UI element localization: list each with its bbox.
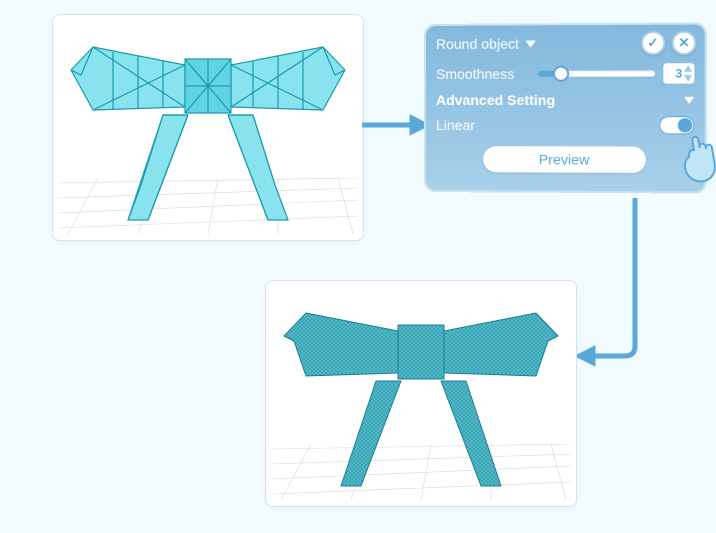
arrow-right-icon xyxy=(360,110,430,140)
linear-label: Linear xyxy=(436,117,475,133)
before-preview-frame xyxy=(52,14,364,241)
after-preview-frame xyxy=(265,280,577,507)
advanced-setting-label: Advanced Setting xyxy=(436,92,555,108)
round-object-panel: Round object ✓ ✕ Smoothness 3 Advanced S… xyxy=(424,22,707,193)
panel-title: Round object xyxy=(436,36,519,52)
dense-bow xyxy=(266,281,576,506)
arrow-down-left-icon xyxy=(575,196,675,376)
smoothness-label: Smoothness xyxy=(436,66,514,82)
cancel-button[interactable]: ✕ xyxy=(672,31,697,56)
chevron-down-icon[interactable] xyxy=(525,40,535,47)
chevron-down-icon[interactable] xyxy=(684,96,694,103)
low-poly-bow xyxy=(53,15,363,240)
linear-toggle[interactable] xyxy=(659,116,694,134)
smoothness-slider[interactable] xyxy=(538,70,655,76)
confirm-button[interactable]: ✓ xyxy=(641,31,666,55)
smoothness-value-input[interactable]: 3 xyxy=(663,63,694,83)
preview-button[interactable]: Preview xyxy=(483,146,646,173)
